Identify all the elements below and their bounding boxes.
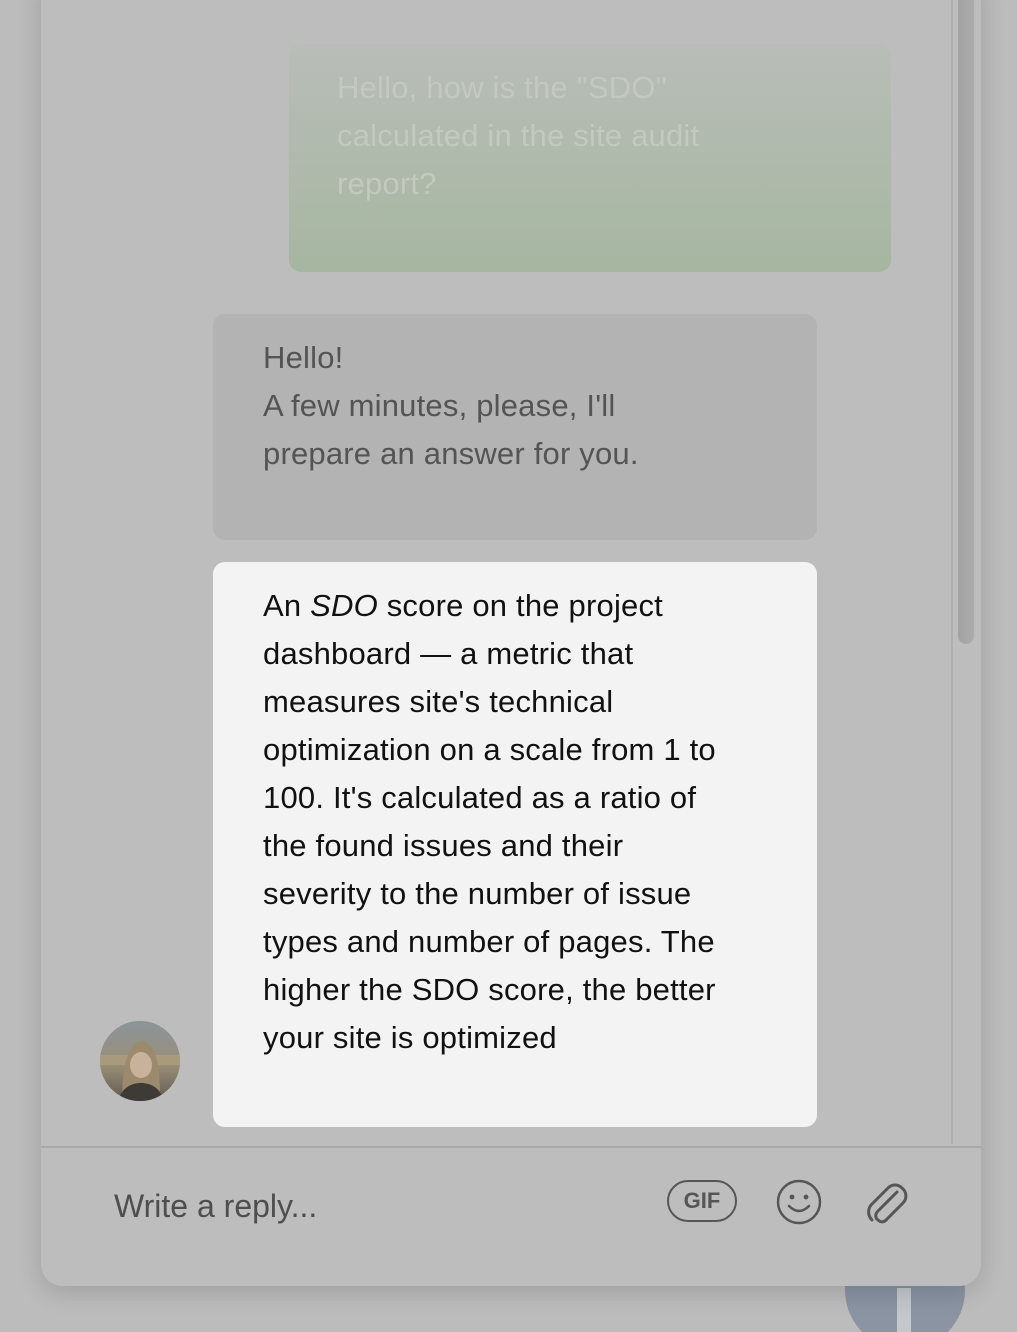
agent-message-bubble: Hello! A few minutes, please, I'll prepa… [213,314,817,540]
attach-file-button[interactable] [861,1178,911,1228]
launcher-close-icon [897,1288,911,1332]
agent-avatar [100,1021,180,1101]
conversation-scroll-area[interactable]: Hello, how is the "SDO" calculated in th… [41,0,951,1144]
chat-window: Hello, how is the "SDO" calculated in th… [41,0,981,1286]
answer-suffix: score on the project [377,588,663,623]
agent-answer-line: the found issues and their [263,828,624,863]
agent-answer-line: dashboard — a metric that [263,636,634,671]
smiley-icon [776,1179,822,1225]
avatar-icon [100,1021,180,1101]
scroll-track-divider [951,0,953,1144]
agent-answer-line: measures site's technical [263,684,614,719]
user-message-bubble: Hello, how is the "SDO" calculated in th… [289,44,891,272]
paperclip-icon [867,1183,908,1224]
agent-message-line: Hello! [263,340,344,375]
agent-answer-line: types and number of pages. The [263,924,715,959]
agent-answer-line: severity to the number of issue [263,876,692,911]
agent-answer-line: higher the SDO score, the better [263,972,716,1007]
agent-message-line: prepare an answer for you. [263,436,639,471]
reply-input[interactable] [114,1176,634,1236]
answer-prefix: An [263,588,311,623]
answer-emphasis: SDO [310,588,378,623]
user-message-line: calculated in the site audit [337,118,700,153]
user-message-line: report? [337,166,437,201]
user-message-line: Hello, how is the "SDO" [337,70,667,105]
reply-composer: GIF [41,1146,981,1286]
agent-answer-bubble: An SDO score on the project dashboard — … [213,562,817,1127]
agent-message-line: A few minutes, please, I'll [263,388,616,423]
agent-answer-line: 100. It's calculated as a ratio of [263,780,697,815]
emoji-button[interactable] [775,1178,823,1226]
agent-answer-line: optimization on a scale from 1 to [263,732,716,767]
conversation-scrollbar[interactable] [958,0,974,644]
agent-answer-line: An SDO score on the project [263,582,767,630]
page-backdrop: Hello, how is the "SDO" calculated in th… [0,0,1017,1332]
agent-answer-line: your site is optimized [263,1020,557,1055]
gif-button[interactable]: GIF [667,1180,737,1222]
